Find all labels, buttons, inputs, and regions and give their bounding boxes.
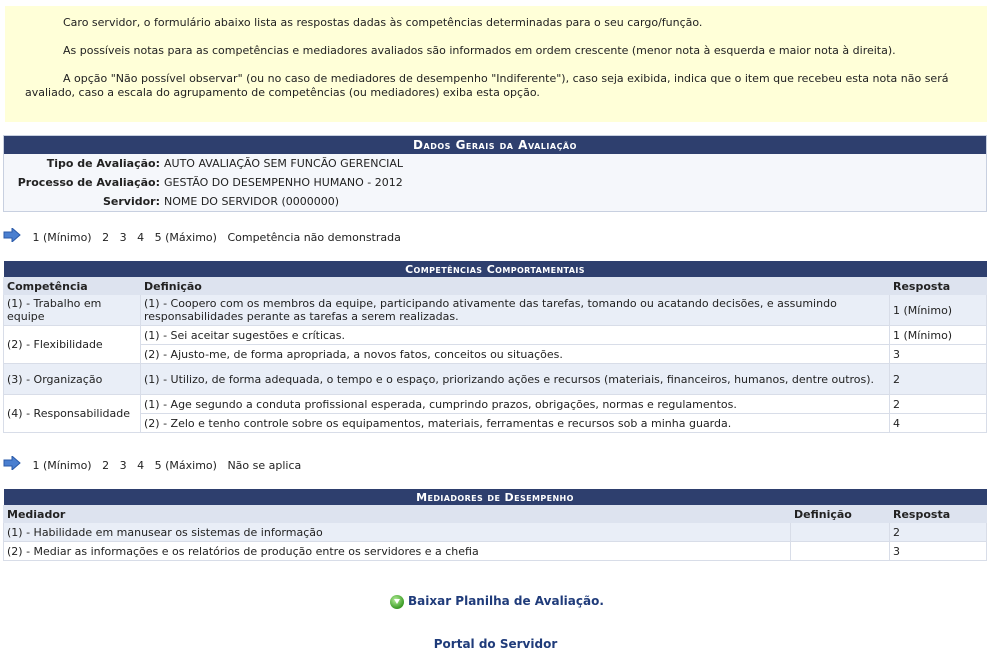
competency-cell: (2) - Flexibilidade [3, 325, 141, 364]
table-row: (3) - Organização (1) - Utilizo, de form… [3, 363, 987, 395]
competency-scale-legend: 1 (Mínimo) 2 3 4 5 (Máximo) Competência … [3, 226, 408, 248]
table-row: (4) - Responsabilidade (1) - Age segundo… [3, 394, 987, 433]
table-row: (2) - Ajusto-me, de forma apropriada, a … [4, 344, 987, 364]
server-label: Servidor: [102, 195, 160, 208]
response-cell: 2 [889, 394, 987, 414]
portal-link-label[interactable]: Portal do Servidor [434, 637, 557, 651]
server-value: NOME DO SERVIDOR (0000000) [164, 195, 340, 208]
scale-item: 5 (Máximo) [154, 459, 217, 472]
definition-cell: (1) - Coopero com os membros da equipe, … [140, 294, 890, 326]
scale-item: 2 [102, 459, 110, 472]
scale-item: 4 [137, 231, 145, 244]
notice-paragraph-2: As possíveis notas para as competências … [63, 44, 896, 57]
definition-cell: (1) - Sei aceitar sugestões e críticas. [140, 325, 890, 345]
mediator-scale-legend: 1 (Mínimo) 2 3 4 5 (Máximo) Não se aplic… [3, 454, 308, 476]
competencies-table: Competências Comportamentais Competência… [3, 261, 987, 433]
column-header: Definição [790, 505, 890, 523]
response-cell: 2 [889, 363, 987, 395]
scale-item: Não se aplica [227, 459, 302, 472]
competency-cell: (4) - Responsabilidade [3, 394, 141, 433]
table-row: (2) - Mediar as informações e os relatór… [3, 541, 987, 561]
table-row: (2) - Zelo e tenho controle sobre os equ… [4, 413, 987, 433]
table-row: (1) - Habilidade em manusear os sistemas… [3, 522, 987, 542]
evaluation-type-label: Tipo de Avaliação: [46, 157, 160, 170]
definition-cell: (2) - Ajusto-me, de forma apropriada, a … [140, 344, 890, 364]
response-cell: 4 [889, 413, 987, 433]
competency-cell: (1) - Trabalho em equipe [3, 294, 141, 326]
response-cell: 3 [889, 541, 987, 561]
notice-paragraph-1: Caro servidor, o formulário abaixo lista… [63, 16, 703, 29]
server-row: Servidor: NOME DO SERVIDOR (0000000) [4, 192, 986, 211]
scale-item: 1 (Mínimo) [32, 459, 92, 472]
definition-cell: (1) - Utilizo, de forma adequada, o temp… [140, 363, 890, 395]
column-header: Resposta [889, 277, 987, 295]
mediator-cell: (1) - Habilidade em manusear os sistemas… [3, 522, 791, 542]
notice-paragraph-3: A opção "Não possível observar" (ou no c… [25, 72, 949, 99]
definition-cell [790, 541, 890, 561]
evaluation-type-value: AUTO AVALIAÇÃO SEM FUNCÃO GERENCIAL [164, 157, 404, 170]
response-cell: 1 (Mínimo) [889, 325, 987, 345]
response-cell: 1 (Mínimo) [889, 294, 987, 326]
column-header: Definição [140, 277, 890, 295]
evaluation-process-label: Processo de Avaliação: [17, 176, 160, 189]
column-header: Mediador [3, 505, 791, 523]
scale-item: 2 [102, 231, 110, 244]
response-cell: 2 [889, 522, 987, 542]
mediators-table: Mediadores de Desempenho Mediador Defini… [3, 489, 987, 561]
scale-item: 5 (Máximo) [154, 231, 217, 244]
mediator-cell: (2) - Mediar as informações e os relatór… [3, 541, 791, 561]
definition-cell: (1) - Age segundo a conduta profissional… [140, 394, 890, 414]
evaluation-type-row: Tipo de Avaliação: AUTO AVALIAÇÃO SEM FUN… [4, 154, 986, 173]
scale-item: 3 [119, 231, 127, 244]
column-header: Competência [3, 277, 141, 295]
download-spreadsheet-link[interactable]: Baixar Planilha de Avaliação. [390, 591, 604, 611]
definition-cell [790, 522, 890, 542]
scale-item: 4 [137, 459, 145, 472]
general-data-panel: Dados Gerais da Avaliação Tipo de Avalia… [3, 135, 987, 212]
arrow-right-icon [3, 454, 21, 476]
competency-cell: (3) - Organização [3, 363, 141, 395]
response-cell: 3 [889, 344, 987, 364]
competencies-title: Competências Comportamentais [3, 261, 987, 278]
download-icon[interactable] [390, 594, 404, 609]
portal-link[interactable]: Portal do Servidor [0, 637, 991, 651]
general-data-title: Dados Gerais da Avaliação [4, 136, 986, 154]
instructions-notice: Caro servidor, o formulário abaixo lista… [5, 6, 987, 122]
scale-item: 3 [119, 459, 127, 472]
scale-item: Competência não demonstrada [227, 231, 401, 244]
table-row: (1) - Trabalho em equipe (1) - Coopero c… [3, 294, 987, 326]
download-label[interactable]: Baixar Planilha de Avaliação. [408, 594, 604, 608]
table-row: (2) - Flexibilidade (1) - Sei aceitar su… [3, 325, 987, 364]
definition-cell: (2) - Zelo e tenho controle sobre os equ… [140, 413, 890, 433]
evaluation-process-value: GESTÃO DO DESEMPENHO HUMANO - 2012 [164, 176, 403, 189]
evaluation-process-row: Processo de Avaliação: GESTÃO DO DESEMPEN… [4, 173, 986, 192]
arrow-right-icon [3, 226, 21, 248]
scale-item: 1 (Mínimo) [32, 231, 92, 244]
mediators-title: Mediadores de Desempenho [3, 489, 987, 506]
column-header: Resposta [889, 505, 987, 523]
